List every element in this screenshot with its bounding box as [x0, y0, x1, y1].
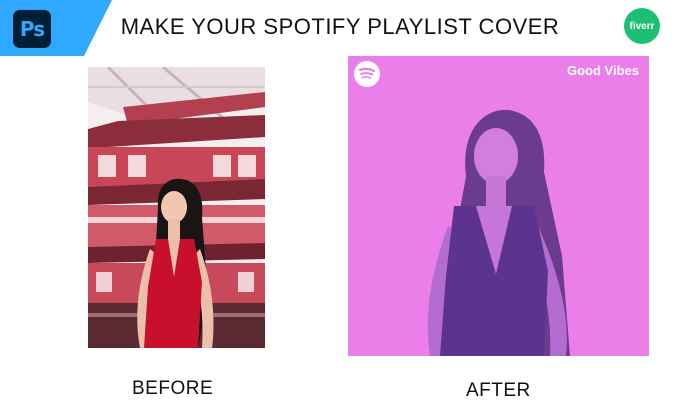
cover-title: Good Vibes: [567, 63, 639, 78]
fiverr-logo-icon: fiverr: [624, 8, 660, 44]
playlist-cover: Good Vibes: [348, 56, 649, 356]
spotify-icon: [354, 61, 380, 87]
cover-duotone-illustration: [348, 56, 649, 356]
after-label: AFTER: [466, 380, 531, 401]
fiverr-logo-text: fiverr: [629, 20, 655, 32]
before-photo-illustration: [88, 67, 265, 348]
before-label: BEFORE: [132, 378, 214, 399]
page-title: MAKE YOUR SPOTIFY PLAYLIST COVER: [120, 14, 560, 39]
before-photo: [88, 67, 265, 348]
